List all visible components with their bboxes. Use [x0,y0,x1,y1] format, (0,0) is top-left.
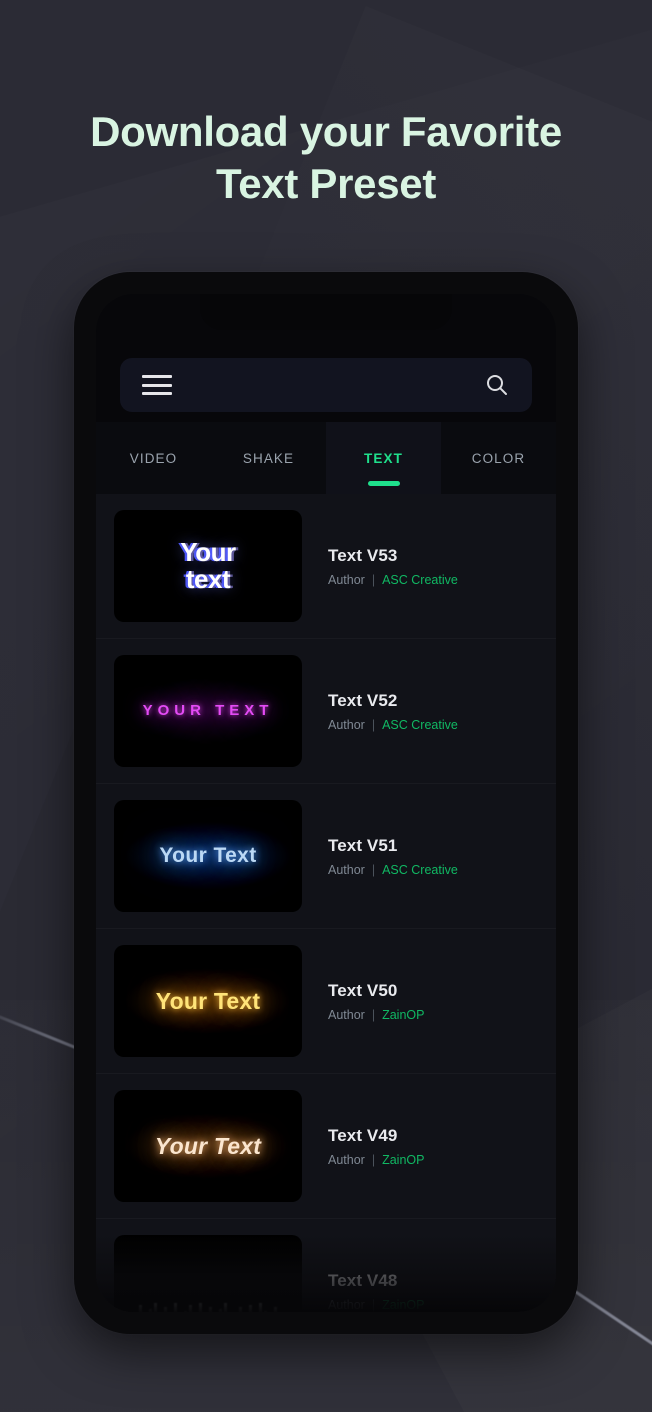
preset-list-item[interactable]: Your Text Text V49 Author | ZainOP [96,1074,556,1219]
tab-label: COLOR [471,450,526,466]
tab-shake[interactable]: SHAKE [211,422,326,494]
tab-label: VIDEO [129,450,178,466]
byline-separator: | [371,717,376,732]
thumbnail-preview-text: Your Text [159,843,257,867]
thumbnail-preview-text: YOUR TEXT [142,702,274,720]
byline-separator: | [371,1007,376,1022]
preset-meta: Text V50 Author | ZainOP [328,981,556,1022]
preset-byline: Author | ZainOP [328,1008,556,1022]
author-name[interactable]: ZainOP [382,1153,424,1167]
author-label: Author [328,717,365,732]
phone-notch [200,294,452,330]
preset-byline: Author | ZainOP [328,1153,556,1167]
preset-title: Text V52 [328,690,398,710]
search-icon[interactable] [484,372,510,398]
author-label: Author [328,1152,365,1167]
preset-title: Text V51 [328,835,398,855]
audio-bars-graphic [114,1299,302,1312]
byline-separator: | [371,572,376,587]
tab-label: SHAKE [242,450,295,466]
preset-meta: Text V48 Author | ZainOP [328,1271,556,1312]
byline-separator: | [371,1152,376,1167]
tab-video[interactable]: VIDEO [96,422,211,494]
tab-text[interactable]: TEXT [326,422,441,494]
byline-separator: | [371,1297,376,1312]
preset-byline: Author | ASC Creative [328,863,556,877]
page-title: Download your Favorite Text Preset [0,106,652,210]
page-background: Download your Favorite Text Preset VIDEO… [0,0,652,1412]
preset-thumbnail[interactable]: Your Text [114,945,302,1057]
tab-label: TEXT [364,450,403,466]
byline-separator: | [371,862,376,877]
preset-title: Text V50 [328,980,398,1000]
author-name[interactable]: ZainOP [382,1298,424,1312]
author-label: Author [328,1007,365,1022]
preset-thumbnail[interactable]: Your Text [114,800,302,912]
page-title-line-2: Text Preset [215,160,437,207]
hamburger-menu-icon[interactable] [142,375,172,395]
page-title-line-1: Download your Favorite [90,108,562,155]
phone-mockup-frame: VIDEO SHAKE TEXT COLOR Your text Text V53 Aut… [74,272,578,1334]
preset-list-item[interactable]: Your Text Text V50 Author | ZainOP [96,929,556,1074]
preset-thumbnail[interactable]: YOUR TEXT [114,655,302,767]
preset-list[interactable]: Your text Text V53 Author | ASC Creative YOUR… [96,494,556,1312]
preset-meta: Text V51 Author | ASC Creative [328,836,556,877]
preset-list-item[interactable]: Your Text Text V51 Author | ASC Creative [96,784,556,929]
preset-title: Text V53 [328,545,398,565]
preset-thumbnail[interactable]: Your text [114,510,302,622]
author-label: Author [328,1297,365,1312]
preset-title: Text V48 [328,1270,398,1290]
thumbnail-preview-text: Your Text [155,987,261,1014]
preset-byline: Author | ZainOP [328,1298,556,1312]
thumbnail-preview-text: Your text [180,536,236,594]
tab-color[interactable]: COLOR [441,422,556,494]
preset-byline: Author | ASC Creative [328,718,556,732]
preset-list-item[interactable]: Your text Text V53 Author | ASC Creative [96,494,556,639]
thumbnail-preview-text: Your Text [154,1132,262,1159]
category-tab-bar: VIDEO SHAKE TEXT COLOR [96,422,556,494]
preset-list-item[interactable]: YOUR TEXT Text V52 Author | ASC Creative [96,639,556,784]
search-bar[interactable] [120,358,532,412]
preset-meta: Text V53 Author | ASC Creative [328,546,556,587]
author-name[interactable]: ASC Creative [382,863,458,877]
preset-meta: Text V52 Author | ASC Creative [328,691,556,732]
preset-meta: Text V49 Author | ZainOP [328,1126,556,1167]
author-name[interactable]: ASC Creative [382,573,458,587]
author-name[interactable]: ASC Creative [382,718,458,732]
active-tab-indicator [367,481,400,486]
author-name[interactable]: ZainOP [382,1008,424,1022]
preset-byline: Author | ASC Creative [328,573,556,587]
preset-list-item[interactable]: Text V48 Author | ZainOP [96,1219,556,1312]
preset-thumbnail[interactable] [114,1235,302,1312]
author-label: Author [328,572,365,587]
author-label: Author [328,862,365,877]
preset-title: Text V49 [328,1125,398,1145]
preset-thumbnail[interactable]: Your Text [114,1090,302,1202]
phone-screen: VIDEO SHAKE TEXT COLOR Your text Text V53 Aut… [96,294,556,1312]
